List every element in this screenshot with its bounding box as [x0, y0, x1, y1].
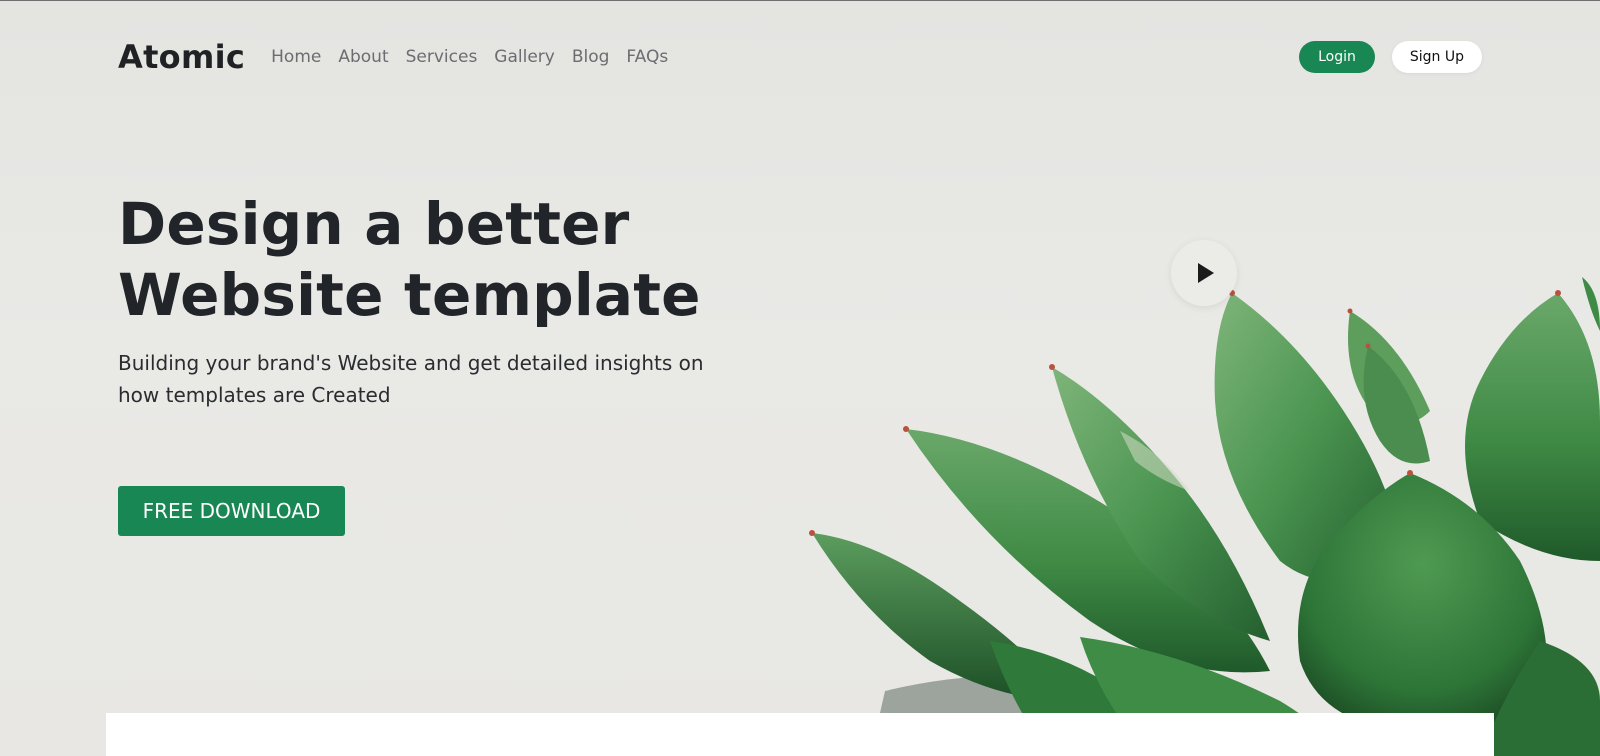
content-card: [106, 713, 1494, 756]
hero-subtitle: Building your brand's Website and get de…: [118, 351, 704, 407]
nav-item-faqs[interactable]: FAQs: [626, 47, 668, 67]
nav-item-gallery[interactable]: Gallery: [494, 47, 555, 67]
login-button[interactable]: Login: [1299, 41, 1375, 73]
play-video-button[interactable]: [1171, 240, 1237, 306]
brand-logo[interactable]: Atomic: [118, 38, 245, 76]
site-header: Atomic Home About Services Gallery Blog …: [118, 35, 1482, 79]
main-nav: Home About Services Gallery Blog FAQs: [271, 47, 668, 67]
auth-buttons: Login Sign Up: [1299, 41, 1482, 73]
hero-title: Design a better Website template: [118, 189, 758, 331]
landing-page: Atomic Home About Services Gallery Blog …: [0, 0, 1600, 756]
hero-title-line-1: Design a better: [118, 190, 630, 258]
nav-item-blog[interactable]: Blog: [572, 47, 610, 67]
free-download-button[interactable]: FREE DOWNLOAD: [118, 486, 345, 536]
nav-item-about[interactable]: About: [338, 47, 388, 67]
nav-item-services[interactable]: Services: [406, 47, 478, 67]
nav-item-home[interactable]: Home: [271, 47, 321, 67]
hero-title-line-2: Website template: [118, 261, 701, 329]
signup-button[interactable]: Sign Up: [1391, 41, 1482, 73]
play-icon: [1197, 263, 1214, 283]
